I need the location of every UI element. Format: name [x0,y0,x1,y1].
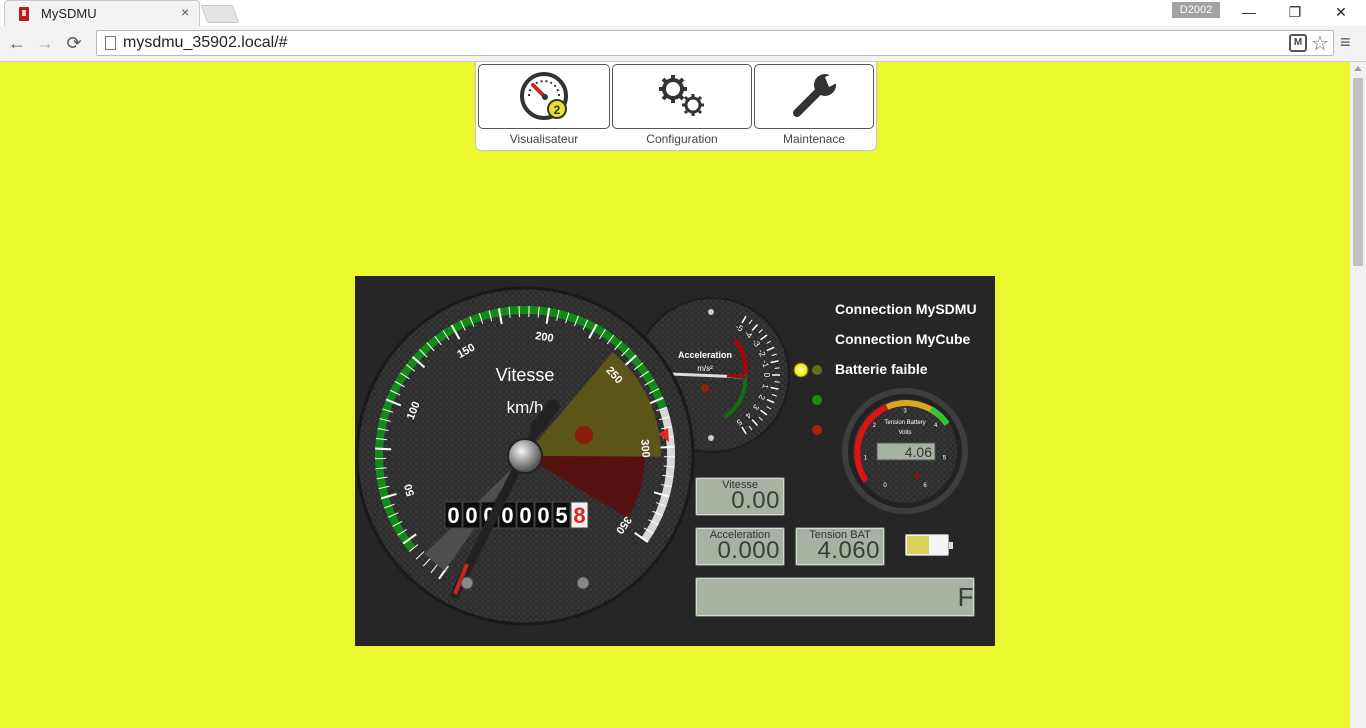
page-scrollbar[interactable] [1350,62,1366,728]
led-label-mysdmu: Connection MySDMU [835,301,977,317]
maintenance-button[interactable] [754,64,874,129]
odometer-digit: 0 [519,503,531,528]
extension-icon[interactable]: M [1289,34,1307,52]
battery-voltage-gauge: 0123456 Tension Battery Volts 4.06 [842,388,968,514]
reload-button[interactable]: ⟳ [63,32,85,54]
speed-tick-label: 300 [638,439,651,458]
odometer-digit: 5 [555,503,567,528]
led-battery-icon [812,425,822,435]
message-display: F [695,577,975,617]
accel-tick-label: 0 [762,373,771,378]
odometer-digit: 8 [573,503,585,528]
scroll-up-arrow-icon[interactable] [1354,66,1362,71]
svg-text:2: 2 [554,103,561,117]
scroll-thumb[interactable] [1353,78,1363,266]
battery-icon [905,534,953,556]
page-content: 2 Visualisateur Configuration Maintenace… [0,62,1350,728]
led-label-battery: Batterie faible [835,361,928,377]
accel-tick [774,367,780,369]
speed-needle-hub [507,438,543,474]
gears-icon [659,75,704,116]
forward-button[interactable]: → [34,32,56,54]
battery-gauge-unit: Volts [898,430,911,436]
vitesse-display-value: 0.00 [731,487,780,514]
browser-toolbar: ← → ⟳ mysdmu_35902.local/# M ☆ ≡ [0,26,1366,62]
close-window-button[interactable]: ✕ [1318,2,1364,22]
url-text[interactable]: mysdmu_35902.local/# [123,34,288,52]
visualisateur-label: Visualisateur [509,132,579,146]
speed-unit: km/h [507,398,544,417]
odometer: 00000058 [444,501,589,529]
acceleration-display: Acceleration 0.000 [695,527,785,566]
visualisateur-button[interactable]: 2 [478,64,610,129]
configuration-button[interactable] [612,64,752,129]
tab-strip: MySDMU × D2002 — ❐ ✕ [0,0,1366,26]
browser-chrome: MySDMU × D2002 — ❐ ✕ ← → ⟳ mysdmu_35902.… [0,0,1366,62]
accel-tick [774,381,780,383]
status-leds [793,362,822,435]
browser-menu-icon[interactable]: ≡ [1340,32,1351,53]
accel-led [701,384,709,392]
profile-badge[interactable]: D2002 [1172,2,1220,18]
odometer-digit: 0 [447,503,459,528]
speedometer-gauge: 50100150200250300350 Vitesse km/h 000000… [355,286,695,626]
maintenance-label: Maintenace [782,132,846,146]
battery-gauge-value: 4.06 [905,444,932,460]
odometer-digit: 0 [501,503,513,528]
speedometer-icon: 2 [520,72,568,120]
dashboard-panel: -5 -4 -3 -2 -1 0 1 2 3 4 5 Acceleration m/s² [355,276,995,646]
led-mycube-icon [812,395,822,405]
speed-led [575,426,593,444]
favicon-icon [19,7,29,21]
main-menu: 2 Visualisateur Configuration Maintenace [475,62,877,151]
acceleration-display-value: 0.000 [717,537,780,564]
browser-tab[interactable]: MySDMU × [4,0,200,26]
speed-tick [375,447,392,451]
accel-title: Acceleration [678,350,732,360]
vitesse-display: Vitesse 0.00 [695,477,785,516]
battery-gauge-title: Tension Battery [884,420,925,426]
accel-unit: m/s² [697,364,713,373]
odometer-digit: 0 [537,503,549,528]
page-icon [105,36,116,50]
tab-title: MySDMU [41,6,97,21]
tension-bat-display: Tension BAT 4.060 [795,527,885,566]
wrench-icon [793,73,837,117]
led-mysdmu-icon [793,362,809,378]
bookmark-star-icon[interactable]: ☆ [1311,31,1329,56]
tension-bat-display-value: 4.060 [817,537,880,564]
new-tab-button[interactable] [200,5,240,23]
speed-tick [658,445,675,449]
minimize-button[interactable]: — [1226,2,1272,22]
message-display-value: F [957,582,974,612]
address-bar[interactable]: mysdmu_35902.local/# M ☆ [96,30,1334,56]
configuration-label: Configuration [646,132,718,146]
led-label-mycube: Connection MyCube [835,331,971,347]
tab-close-button[interactable]: × [181,4,189,20]
back-button[interactable]: ← [6,32,28,54]
odometer-digit: 0 [465,503,477,528]
speed-title: Vitesse [496,365,555,385]
restore-button[interactable]: ❐ [1272,2,1318,22]
